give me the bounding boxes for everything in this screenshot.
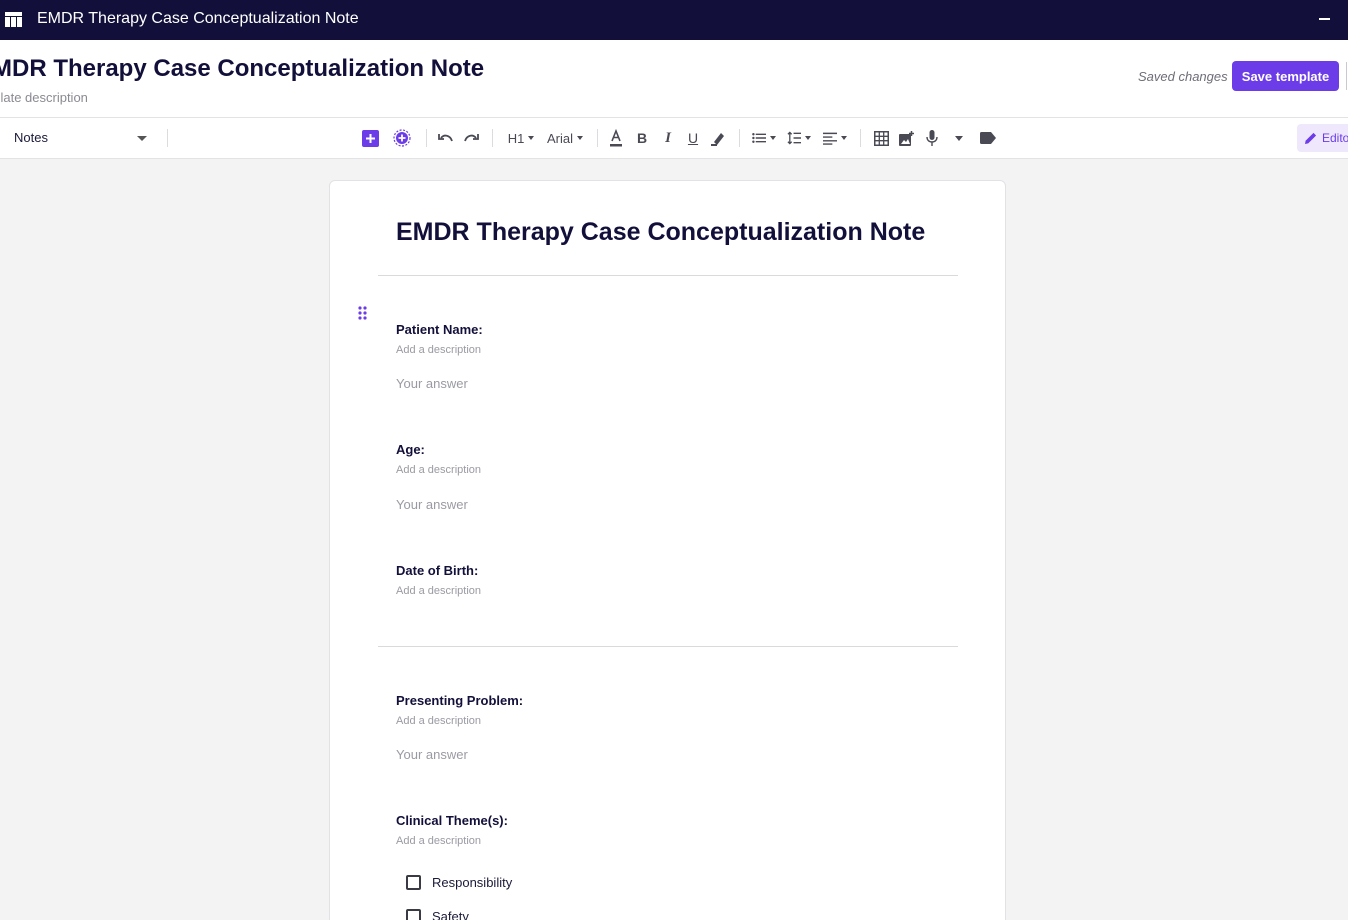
template-description[interactable]: nplate description [0,90,88,105]
save-template-button[interactable]: Save template [1232,61,1339,91]
checkbox[interactable] [406,875,421,890]
divider [378,275,958,276]
template-header: MDR Therapy Case Conceptualization Note … [0,40,1348,118]
field-label-patient-name[interactable]: Patient Name: [396,322,483,337]
field-description[interactable]: Add a description [396,464,481,476]
toolbar-divider [739,129,740,147]
toolbar-divider [426,129,427,147]
editor-mode-button[interactable]: Edito [1297,124,1348,152]
chevron-down-icon[interactable] [137,136,147,141]
font-select[interactable]: Arial [545,128,585,148]
caret-down-icon [955,135,963,141]
checkbox-label: Responsibility [432,875,513,890]
tag-icon [980,132,996,144]
toolbar-divider [597,129,598,147]
bold-icon[interactable]: B [635,128,649,148]
header-divider [1346,62,1347,90]
undo-button[interactable] [438,128,454,148]
text-color-button[interactable] [608,128,624,148]
italic-icon[interactable]: I [661,128,675,148]
underline-icon[interactable]: U [686,128,700,148]
caret-down-icon [577,136,583,140]
field-label-date-of-birth[interactable]: Date of Birth: [396,563,478,578]
align-left-icon [823,132,837,145]
highlight-button[interactable] [711,128,727,148]
heading-select[interactable]: H1 [506,128,536,148]
add-image-icon [898,130,914,146]
template-title[interactable]: MDR Therapy Case Conceptualization Note [0,55,484,83]
caret-down-icon [841,136,847,140]
table-icon [873,130,889,146]
plus-circle-icon [393,129,411,147]
section-select[interactable]: Notes [14,130,48,145]
checkbox[interactable] [406,909,421,920]
bullet-list-icon [752,133,766,143]
checkbox-option[interactable]: Safety [406,909,469,920]
save-status: Saved changes [1138,69,1228,84]
document-card: EMDR Therapy Case Conceptualization Note… [329,180,1006,920]
editor-toolbar: Notes H1 Arial B I U Edito [0,118,1348,159]
plus-square-icon [361,129,379,147]
document-title[interactable]: EMDR Therapy Case Conceptualization Note [396,218,925,247]
insert-image-button[interactable] [898,128,914,148]
microphone-icon [926,130,938,146]
redo-icon [464,134,479,142]
more-options-button[interactable] [953,128,965,148]
field-answer-input[interactable]: Your answer [396,497,468,512]
caret-down-icon [805,136,811,140]
field-answer-input[interactable]: Your answer [396,376,468,391]
app-grid-icon [5,12,22,27]
window-title: EMDR Therapy Case Conceptualization Note [37,10,359,27]
undo-icon [438,134,453,142]
redo-button[interactable] [463,128,479,148]
dictation-button[interactable] [925,128,939,148]
pencil-icon [1305,132,1317,144]
toolbar-divider [167,129,168,147]
field-label-age[interactable]: Age: [396,442,425,457]
toolbar-divider [492,129,493,147]
font-select-label: Arial [546,130,573,146]
field-description[interactable]: Add a description [396,835,481,847]
highlighter-icon [711,133,724,146]
caret-down-icon [770,136,776,140]
field-answer-input[interactable]: Your answer [396,747,468,762]
text-color-icon [610,129,622,147]
minimize-icon[interactable] [1319,18,1330,20]
field-description[interactable]: Add a description [396,344,481,356]
toolbar-divider [860,129,861,147]
divider [378,646,958,647]
app-titlebar: EMDR Therapy Case Conceptualization Note [0,0,1348,40]
add-block-button[interactable] [361,128,379,148]
field-label-clinical-themes[interactable]: Clinical Theme(s): [396,813,508,828]
add-field-button[interactable] [393,128,411,148]
insert-table-button[interactable] [873,128,889,148]
checkbox-label: Safety [432,909,469,920]
heading-select-label: H1 [507,130,525,146]
checkbox-option[interactable]: Responsibility [406,875,512,890]
drag-handle-icon[interactable] [358,306,367,320]
bullet-list-button[interactable] [752,128,776,148]
field-label-presenting-problem[interactable]: Presenting Problem: [396,693,523,708]
line-spacing-icon [787,131,801,145]
editor-mode-label: Edito [1322,131,1348,145]
tag-button[interactable] [980,128,996,148]
align-button[interactable] [823,128,847,148]
field-description[interactable]: Add a description [396,715,481,727]
line-spacing-button[interactable] [787,128,811,148]
field-description[interactable]: Add a description [396,585,481,597]
caret-down-icon [528,136,535,140]
